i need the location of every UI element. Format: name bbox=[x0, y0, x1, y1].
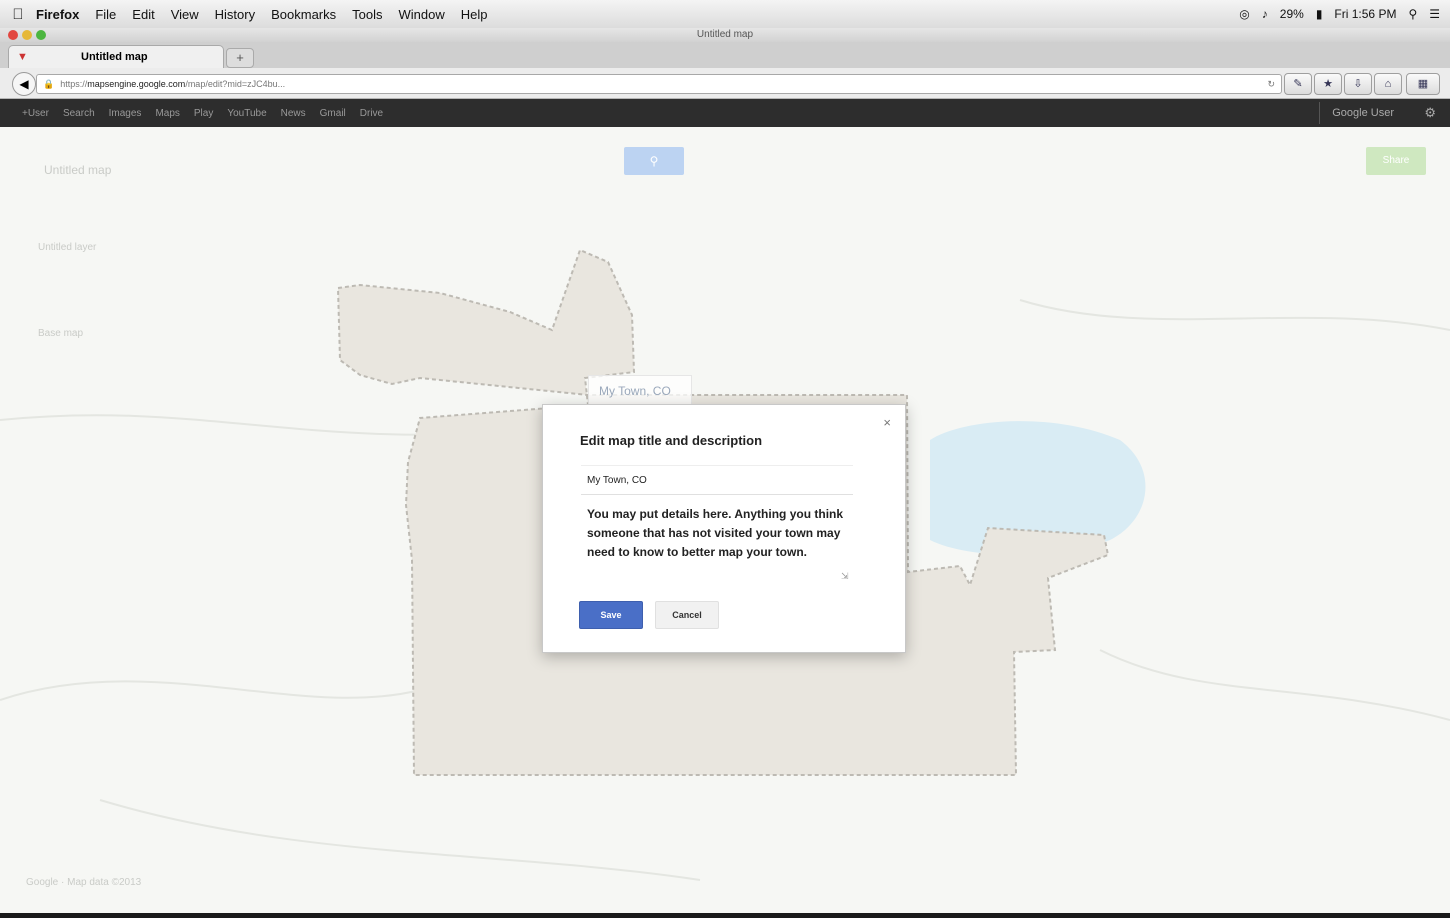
battery-percent: 29% bbox=[1279, 7, 1304, 21]
minimize-window-icon[interactable] bbox=[22, 30, 32, 40]
faded-layer-title[interactable]: Untitled layer bbox=[38, 242, 96, 253]
menu-help[interactable]: Help bbox=[461, 7, 488, 22]
wifi-icon[interactable]: ◎ bbox=[1239, 7, 1249, 21]
faded-map-title[interactable]: Untitled map bbox=[44, 163, 111, 177]
map-title-input[interactable] bbox=[581, 465, 853, 495]
gbar-link-user[interactable]: +User bbox=[22, 108, 49, 119]
resize-handle-icon[interactable]: ⇲ bbox=[841, 571, 849, 582]
map-description-textarea[interactable]: You may put details here. Anything you t… bbox=[581, 505, 855, 587]
faded-base-map[interactable]: Base map bbox=[38, 328, 83, 339]
notification-list-icon[interactable]: ☰ bbox=[1429, 7, 1440, 21]
menu-edit[interactable]: Edit bbox=[132, 7, 154, 22]
menu-bookmarks[interactable]: Bookmarks bbox=[271, 7, 336, 22]
menu-tools[interactable]: Tools bbox=[352, 7, 382, 22]
gbar-link-news[interactable]: News bbox=[281, 108, 306, 119]
download-icon[interactable]: ⇩ bbox=[1344, 73, 1372, 95]
volume-icon[interactable]: ♪ bbox=[1262, 7, 1268, 21]
url-domain: mapsengine.google.com bbox=[87, 79, 186, 89]
bookmark-icon[interactable]: ★ bbox=[1314, 73, 1342, 95]
map-pin-favicon-icon: ▼ bbox=[17, 51, 28, 63]
navigation-bar: ◀ 🔒 https://mapsengine.google.com/map/edi… bbox=[0, 68, 1450, 99]
google-bar-links: +User Search Images Maps Play YouTube Ne… bbox=[22, 99, 383, 127]
menu-window[interactable]: Window bbox=[399, 7, 445, 22]
lock-icon: 🔒 bbox=[43, 79, 55, 89]
cancel-button[interactable]: Cancel bbox=[655, 601, 719, 629]
apple-icon[interactable]:  bbox=[0, 6, 36, 23]
share-button[interactable]: Share bbox=[1366, 147, 1426, 175]
map-place-label: My Town, CO bbox=[588, 375, 692, 407]
save-button[interactable]: Save bbox=[579, 601, 643, 629]
search-icon: ⚲ bbox=[649, 154, 659, 168]
map-footer: Google · Map data ©2013 bbox=[26, 877, 142, 888]
url-bar[interactable]: 🔒 https://mapsengine.google.com/map/edit?… bbox=[36, 74, 1282, 94]
pencil-icon[interactable]: ✎ bbox=[1284, 73, 1312, 95]
close-icon[interactable]: × bbox=[883, 415, 891, 430]
window-title: Untitled map bbox=[0, 28, 1450, 42]
edit-map-dialog: × Edit map title and description You may… bbox=[542, 404, 906, 653]
tab-title: Untitled map bbox=[81, 51, 148, 63]
gbar-link-gmail[interactable]: Gmail bbox=[320, 108, 346, 119]
back-arrow-icon[interactable]: ◀ bbox=[12, 72, 36, 96]
gbar-link-play[interactable]: Play bbox=[194, 108, 213, 119]
home-icon[interactable]: ⌂ bbox=[1374, 73, 1402, 95]
browser-tab[interactable]: ▼ Untitled map bbox=[8, 45, 224, 69]
new-tab-button[interactable]: + bbox=[226, 48, 254, 68]
gear-icon[interactable]: ⚙ bbox=[1424, 105, 1436, 121]
menu-bar:  Firefox File Edit View History Bookmar… bbox=[0, 0, 1450, 29]
menu-history[interactable]: History bbox=[215, 7, 255, 22]
battery-icon[interactable]: ▮ bbox=[1316, 7, 1323, 21]
bottom-edge bbox=[0, 913, 1450, 918]
url-path: /map/edit?mid=zJC4bu... bbox=[185, 79, 286, 89]
gbar-link-search[interactable]: Search bbox=[63, 108, 95, 119]
gbar-link-images[interactable]: Images bbox=[109, 108, 142, 119]
reload-icon[interactable]: ↻ bbox=[1267, 75, 1275, 93]
clock[interactable]: Fri 1:56 PM bbox=[1334, 7, 1396, 21]
dialog-title: Edit map title and description bbox=[580, 433, 763, 448]
google-bar: +User Search Images Maps Play YouTube Ne… bbox=[0, 99, 1450, 127]
spotlight-search-icon[interactable]: ⚲ bbox=[1408, 7, 1417, 21]
gbar-link-youtube[interactable]: YouTube bbox=[227, 108, 266, 119]
menu-view[interactable]: View bbox=[171, 7, 199, 22]
url-scheme: https:// bbox=[60, 79, 88, 89]
close-window-icon[interactable] bbox=[8, 30, 18, 40]
zoom-window-icon[interactable] bbox=[36, 30, 46, 40]
search-button[interactable]: ⚲ bbox=[624, 147, 684, 175]
gbar-link-maps[interactable]: Maps bbox=[155, 108, 179, 119]
addon-menu-icon[interactable]: ▦ bbox=[1406, 73, 1440, 95]
menu-app-firefox[interactable]: Firefox bbox=[36, 7, 79, 22]
google-user-button[interactable]: Google User bbox=[1319, 102, 1406, 124]
menu-file[interactable]: File bbox=[95, 7, 116, 22]
status-menus: ◎ ♪ 29% ▮ Fri 1:56 PM ⚲ ☰ bbox=[1239, 0, 1440, 28]
tab-strip: ▼ Untitled map + bbox=[0, 42, 1450, 69]
gbar-link-drive[interactable]: Drive bbox=[360, 108, 383, 119]
